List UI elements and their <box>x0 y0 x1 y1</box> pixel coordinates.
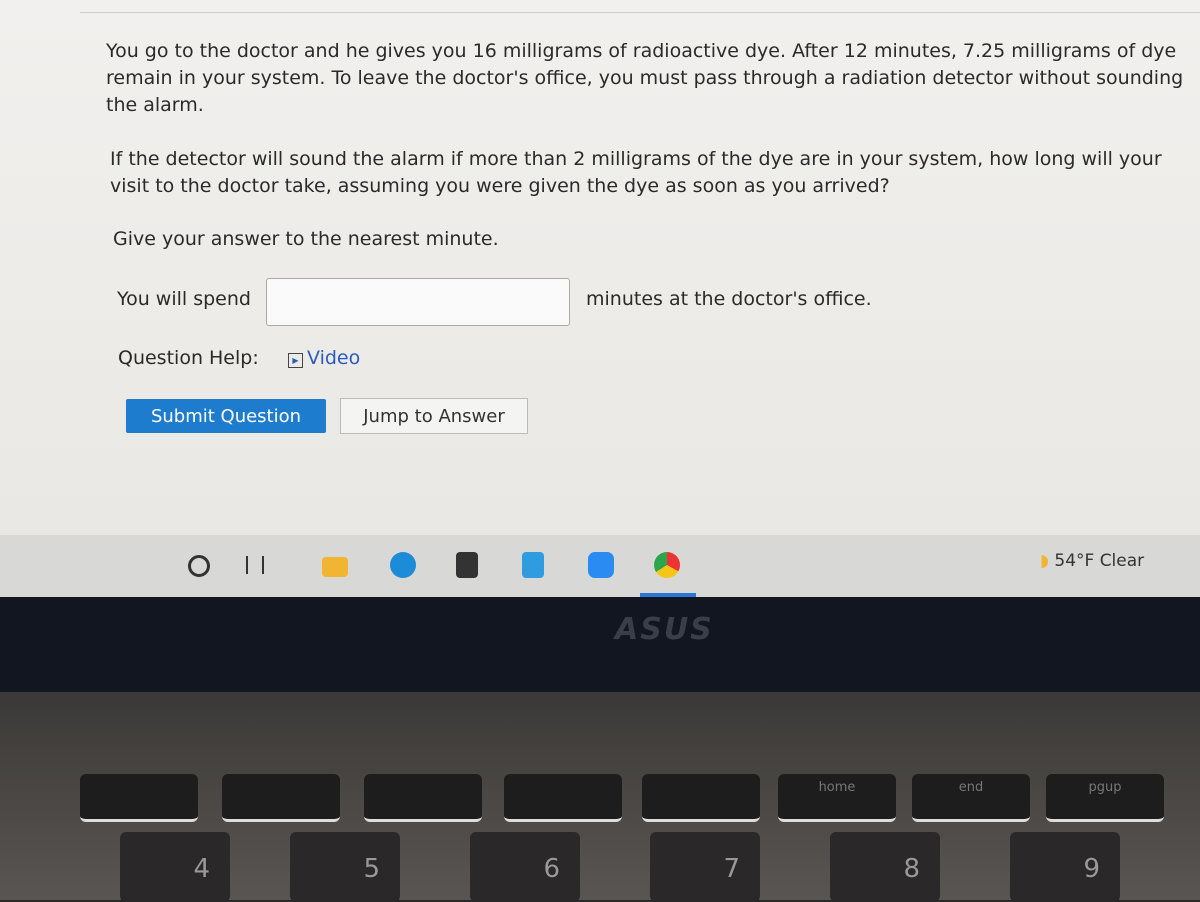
store-icon[interactable] <box>456 552 478 578</box>
pgup-key: pgup <box>1046 774 1164 822</box>
laptop-bezel: ASUS <box>0 597 1200 692</box>
browser-content: You go to the doctor and he gives you 16… <box>0 0 1200 540</box>
divider <box>80 0 1200 13</box>
mail-icon[interactable] <box>522 552 544 578</box>
function-key <box>80 774 198 822</box>
video-link[interactable]: ▶ Video <box>288 345 360 372</box>
number-key: 8 <box>830 832 940 902</box>
instruction-text: Give your answer to the nearest minute. <box>113 228 499 250</box>
brand-logo: ASUS <box>615 612 714 647</box>
function-key <box>504 774 622 822</box>
chrome-icon[interactable] <box>654 552 680 578</box>
submit-question-button[interactable]: Submit Question <box>126 399 326 433</box>
keyboard: home end pgup 4 5 6 7 8 9 <box>0 692 1200 902</box>
moon-icon: ◗ <box>1040 551 1049 571</box>
taskbar: ◗ 54°F Clear <box>0 535 1200 597</box>
number-key: 9 <box>1010 832 1120 902</box>
number-key: 7 <box>650 832 760 902</box>
weather-text: 54°F Clear <box>1054 551 1145 571</box>
answer-prefix: You will spend <box>117 288 251 310</box>
task-view-icon[interactable] <box>246 556 264 574</box>
answer-suffix: minutes at the doctor's office. <box>586 288 872 310</box>
function-key <box>642 774 760 822</box>
number-key: 4 <box>120 832 230 902</box>
answer-input[interactable] <box>266 278 570 326</box>
function-key <box>222 774 340 822</box>
play-icon: ▶ <box>288 353 303 368</box>
question-prompt: If the detector will sound the alarm if … <box>110 148 1162 197</box>
zoom-icon[interactable] <box>588 552 614 578</box>
jump-to-answer-button[interactable]: Jump to Answer <box>340 398 528 434</box>
question-text: You go to the doctor and he gives you 16… <box>106 40 1184 116</box>
function-key <box>364 774 482 822</box>
file-explorer-icon[interactable] <box>322 557 348 577</box>
question-help-label: Question Help: <box>118 347 259 369</box>
weather-widget[interactable]: ◗ 54°F Clear <box>1040 551 1144 571</box>
edge-icon[interactable] <box>390 552 416 578</box>
number-key: 6 <box>470 832 580 902</box>
number-key: 5 <box>290 832 400 902</box>
search-icon[interactable] <box>188 555 210 577</box>
video-label: Video <box>307 347 361 369</box>
home-key: home <box>778 774 896 822</box>
end-key: end <box>912 774 1030 822</box>
